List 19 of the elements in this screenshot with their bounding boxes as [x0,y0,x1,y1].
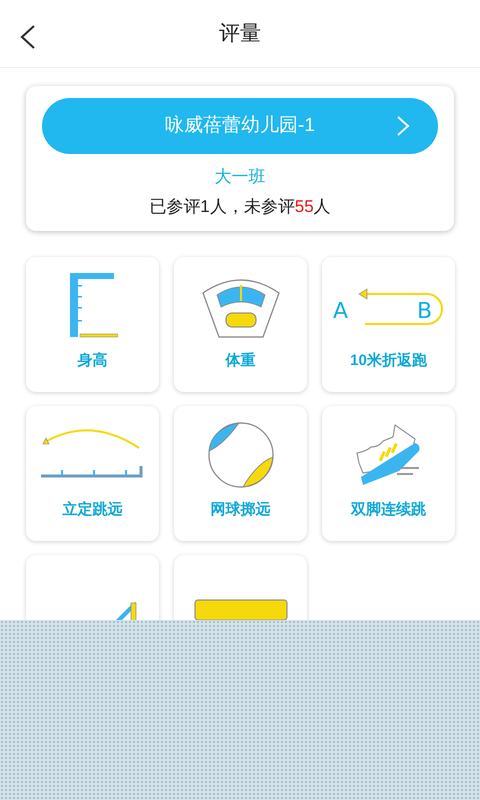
chevron-right-icon [396,115,410,137]
page-title: 评量 [219,20,261,47]
test-item-label: 双脚连续跳 [351,500,426,520]
balance-beam-icon [192,598,288,622]
test-item-card[interactable]: 身高 [26,257,159,392]
test-item-label: 10米折返跑 [350,350,427,370]
test-item-label: 立定跳远 [62,500,122,520]
test-item-card[interactable]: 双脚连续跳 [322,406,455,541]
test-item-card[interactable]: 体重 [174,257,307,392]
test-item-label: 网球掷远 [210,500,270,520]
tennis-ball-icon [206,421,274,490]
progress-text: 已参评1人，未参评55人 [149,196,331,218]
test-item-card[interactable]: 网球掷远 [174,406,307,541]
test-item-label: 体重 [226,350,256,370]
test-item-label: 身高 [78,350,108,370]
test-item-card[interactable]: A B 10米折返跑 [322,257,455,392]
school-selector[interactable]: 咏威蓓蕾幼儿园-1 [42,98,438,154]
test-item-card[interactable]: 立定跳远 [26,406,159,541]
class-name: 大一班 [214,166,266,188]
